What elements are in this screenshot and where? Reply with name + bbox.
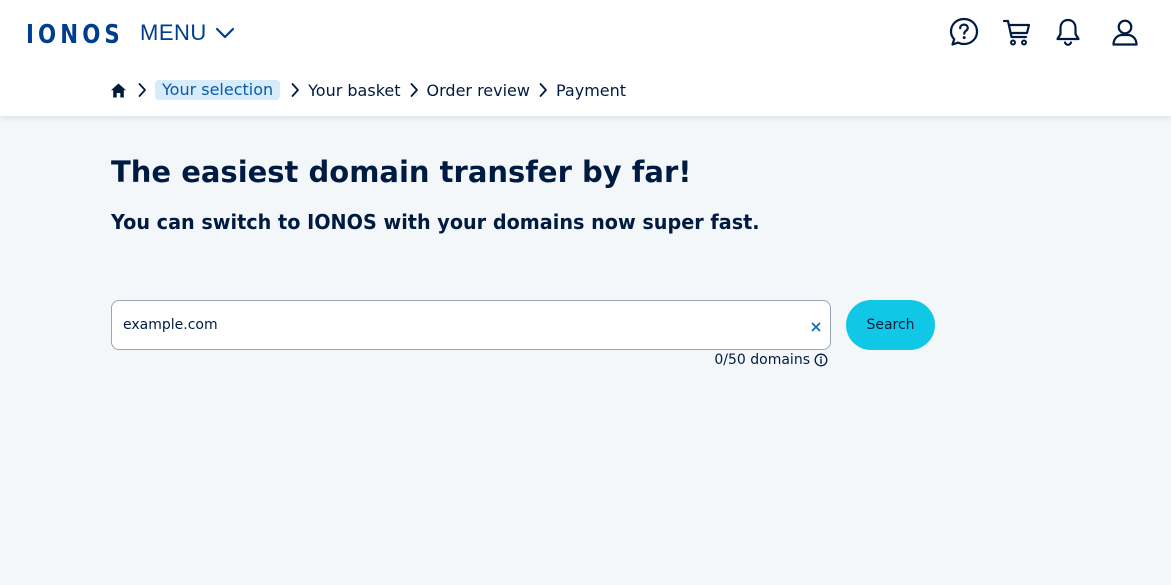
bell-icon[interactable] [1052, 16, 1084, 48]
chevron-right-icon [137, 82, 147, 98]
clear-icon[interactable] [809, 320, 823, 334]
page-title: The easiest domain transfer by far! [111, 155, 692, 189]
header-actions [0, 16, 1171, 50]
breadcrumb-your-selection[interactable]: Your selection [155, 80, 281, 100]
page-subtitle: You can switch to IONOS with your domain… [111, 210, 760, 234]
domain-counter-text: 0/50 domains [714, 352, 810, 368]
chevron-right-icon [290, 82, 300, 98]
breadcrumb-order-review[interactable]: Order review [427, 81, 530, 100]
chevron-right-icon [409, 82, 419, 98]
breadcrumb: Your selection Your basket Order review … [110, 78, 626, 102]
domain-counter: 0/50 domains [700, 352, 828, 368]
user-icon[interactable] [1109, 16, 1141, 48]
search-button[interactable]: Search [846, 300, 935, 350]
breadcrumb-payment[interactable]: Payment [556, 81, 626, 100]
cart-icon[interactable] [1001, 16, 1033, 48]
domain-search-box [111, 300, 831, 350]
domain-search-input[interactable] [123, 301, 803, 349]
chevron-right-icon [538, 82, 548, 98]
site-header: IONOS MENU Your selection Your basket Or… [0, 0, 1171, 116]
home-icon[interactable] [110, 82, 127, 99]
info-icon[interactable] [814, 353, 828, 367]
help-icon[interactable] [948, 16, 980, 48]
breadcrumb-your-basket[interactable]: Your basket [308, 81, 400, 100]
